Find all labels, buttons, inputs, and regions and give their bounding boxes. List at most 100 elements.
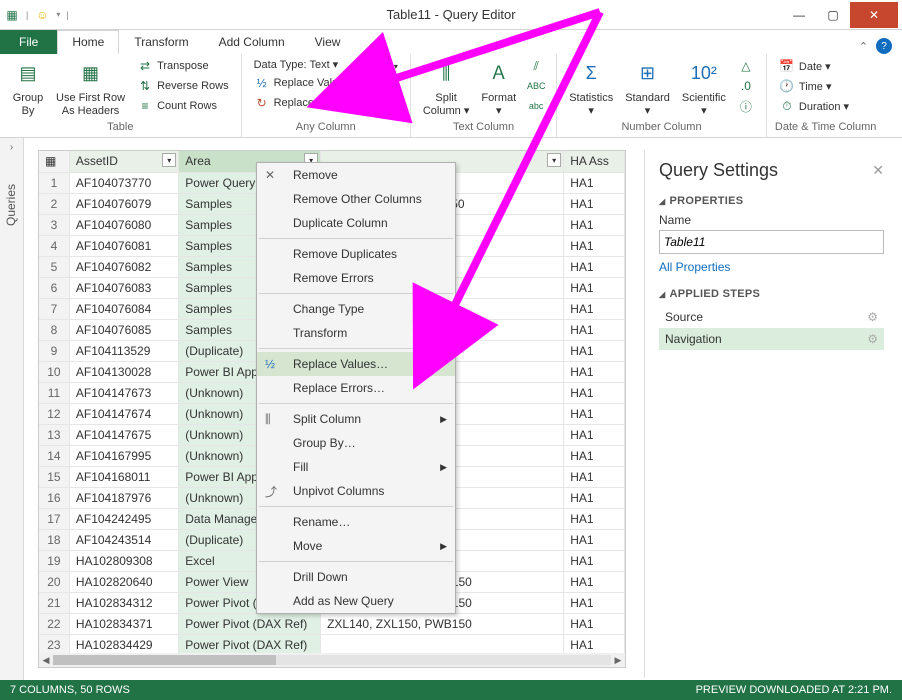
row-number[interactable]: 8 [39,319,69,340]
cell-assetid[interactable]: HA102834429 [69,634,178,655]
filter-dropdown-icon[interactable]: ▾ [162,153,176,167]
cm-replace-errors[interactable]: Replace Errors… [257,376,455,400]
date-button[interactable]: 📅Date ▾ [775,56,853,76]
cell-area[interactable]: Power Pivot (DAX Ref) [179,613,321,634]
cell-assetid[interactable]: AF104147673 [69,382,178,403]
cell-assetid[interactable]: AF104076084 [69,298,178,319]
replace-values-button[interactable]: ½Replace Values▾ [250,73,364,93]
row-number[interactable]: 21 [39,592,69,613]
smiley-icon[interactable]: ☺ [34,7,50,23]
cell-ha[interactable]: HA1 [564,571,625,592]
cell-hidden[interactable]: ZXL140, ZXL150, PWB150 [321,613,564,634]
group-by-button[interactable]: ▤ Group By [8,56,48,120]
count-rows-button[interactable]: ≡Count Rows [133,96,233,116]
table-row[interactable]: 22HA102834371Power Pivot (DAX Ref)ZXL140… [39,613,625,634]
cell-assetid[interactable]: AF104076079 [69,193,178,214]
row-number[interactable]: 10 [39,361,69,382]
data-type-dropdown[interactable]: Data Type: Text ▾ [250,56,364,73]
row-number[interactable]: 15 [39,466,69,487]
cell-ha[interactable]: HA1 [564,487,625,508]
queries-rail[interactable]: › Queries [0,138,24,680]
fill-button[interactable]: ⬇▾ [370,56,402,76]
info-button[interactable]: ⓘ [734,96,758,116]
help-icon[interactable]: ? [876,38,892,54]
cell-ha[interactable]: HA1 [564,172,625,193]
cm-transform[interactable]: Transform▶ [257,321,455,345]
corner-cell[interactable]: ▦ [39,151,69,172]
tab-file[interactable]: File [0,30,57,54]
filter-dropdown-icon[interactable]: ▾ [547,153,561,167]
cell-ha[interactable]: HA1 [564,403,625,424]
cm-remove-other[interactable]: Remove Other Columns [257,187,455,211]
trigonometry-button[interactable]: △ [734,56,758,76]
cell-ha[interactable]: HA1 [564,445,625,466]
merge-columns-button[interactable]: ⫽ [524,56,548,76]
cell-ha[interactable]: HA1 [564,613,625,634]
cell-ha[interactable]: HA1 [564,382,625,403]
cell-assetid[interactable]: AF104113529 [69,340,178,361]
cell-assetid[interactable]: AF104130028 [69,361,178,382]
transpose-button[interactable]: ⇄Transpose [133,56,233,76]
cell-assetid[interactable]: AF104076081 [69,235,178,256]
extract-button[interactable]: ABC [524,76,548,96]
row-number[interactable]: 20 [39,571,69,592]
cm-move[interactable]: Move▶ [257,534,455,558]
cell-ha[interactable]: HA1 [564,361,625,382]
cm-rename[interactable]: Rename… [257,510,455,534]
cell-ha[interactable]: HA1 [564,592,625,613]
cell-ha[interactable]: HA1 [564,424,625,445]
collapse-icon[interactable]: ◢ [659,197,665,206]
col-haasset[interactable]: HA Ass [564,151,625,172]
cell-assetid[interactable]: AF104187976 [69,487,178,508]
row-number[interactable]: 12 [39,403,69,424]
cell-assetid[interactable]: AF104073770 [69,172,178,193]
cell-ha[interactable]: HA1 [564,298,625,319]
cell-ha[interactable]: HA1 [564,193,625,214]
close-settings-icon[interactable]: ✕ [872,162,884,179]
cell-ha[interactable]: HA1 [564,235,625,256]
scroll-left-icon[interactable]: ◀ [39,655,53,666]
cell-assetid[interactable]: AF104167995 [69,445,178,466]
row-number[interactable]: 5 [39,256,69,277]
cell-assetid[interactable]: AF104243514 [69,529,178,550]
unpivot-button[interactable]: ⤴ [370,76,402,96]
row-number[interactable]: 13 [39,424,69,445]
rounding-button[interactable]: .0 [734,76,758,96]
cell-ha[interactable]: HA1 [564,214,625,235]
cell-assetid[interactable]: AF104076082 [69,256,178,277]
row-number[interactable]: 14 [39,445,69,466]
close-button[interactable]: ✕ [850,2,898,28]
minimize-button[interactable]: — [782,2,816,28]
row-number[interactable]: 6 [39,277,69,298]
split-column-button[interactable]: ⫼ Split Column ▾ [419,56,473,120]
cell-assetid[interactable]: AF104076083 [69,277,178,298]
gear-icon[interactable]: ⚙ [867,332,878,346]
first-row-headers-button[interactable]: ▦ Use First Row As Headers [52,56,129,120]
reverse-rows-button[interactable]: ⇅Reverse Rows [133,76,233,96]
query-name-input[interactable] [659,230,884,254]
cell-ha[interactable]: HA1 [564,256,625,277]
row-number[interactable]: 11 [39,382,69,403]
cell-ha[interactable]: HA1 [564,277,625,298]
cm-unpivot[interactable]: ⤴Unpivot Columns [257,479,455,503]
collapse-icon[interactable]: ◢ [659,290,665,299]
horizontal-scrollbar[interactable]: ◀ ▶ [39,653,625,667]
tab-view[interactable]: View [300,30,356,54]
replace-errors-button[interactable]: ↻Replace Errors [250,93,364,113]
row-number[interactable]: 7 [39,298,69,319]
expand-queries-icon[interactable]: › [10,142,13,153]
tab-add-column[interactable]: Add Column [204,30,300,54]
row-number[interactable]: 9 [39,340,69,361]
maximize-button[interactable]: ▢ [816,2,850,28]
cm-fill[interactable]: Fill▶ [257,455,455,479]
cell-assetid[interactable]: HA102834371 [69,613,178,634]
cm-remove-errors[interactable]: Remove Errors [257,266,455,290]
cell-ha[interactable]: HA1 [564,466,625,487]
scroll-thumb[interactable] [53,655,276,665]
row-number[interactable]: 17 [39,508,69,529]
row-number[interactable]: 16 [39,487,69,508]
cell-ha[interactable]: HA1 [564,319,625,340]
row-number[interactable]: 2 [39,193,69,214]
cell-ha[interactable]: HA1 [564,529,625,550]
table-row[interactable]: 23HA102834429Power Pivot (DAX Ref)HA1 [39,634,625,655]
